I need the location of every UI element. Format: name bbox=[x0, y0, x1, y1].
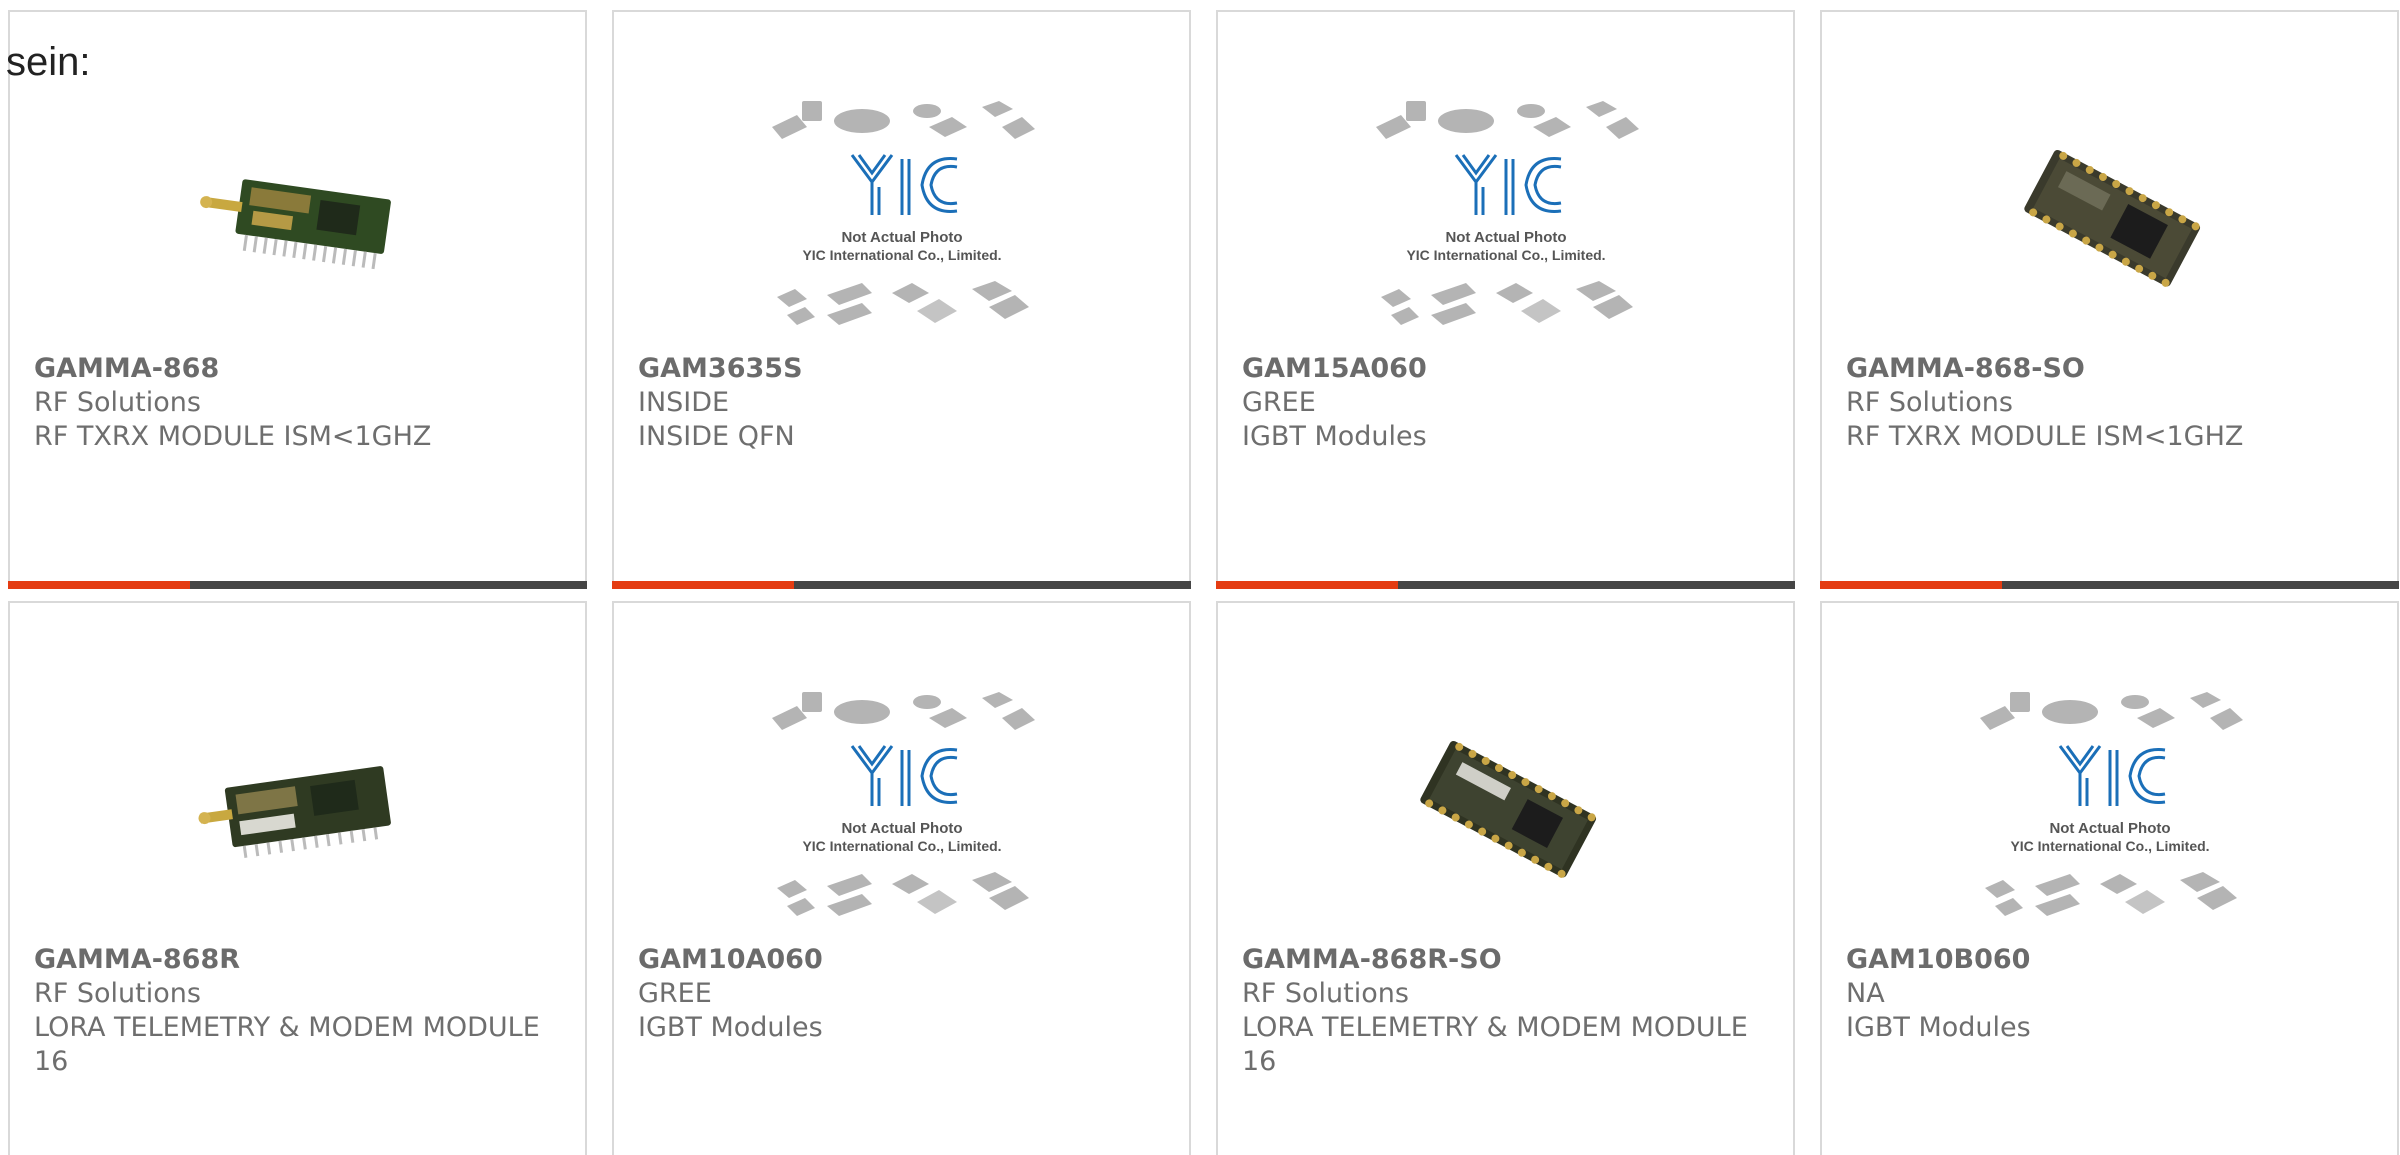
product-card[interactable]: Not Actual Photo YIC International Co., … bbox=[612, 601, 1191, 1155]
manufacturer: RF Solutions bbox=[34, 387, 201, 418]
product-info: GAMMA-868R RF Solutions LORA TELEMETRY &… bbox=[34, 943, 565, 1079]
part-number[interactable]: GAM15A060 bbox=[1242, 352, 1773, 386]
product-image[interactable]: Not Actual Photo YIC International Co., … bbox=[1218, 82, 1793, 352]
description: IGBT Modules bbox=[1846, 1012, 2031, 1043]
description: RF TXRX MODULE ISM<1GHZ bbox=[1846, 421, 2244, 452]
manufacturer: NA bbox=[1846, 978, 1885, 1009]
product-image[interactable]: Not Actual Photo YIC International Co., … bbox=[1822, 673, 2397, 943]
part-number[interactable]: GAMMA-868 bbox=[34, 352, 565, 386]
part-number[interactable]: GAM3635S bbox=[638, 352, 1169, 386]
product-card[interactable]: GAMMA-868R RF Solutions LORA TELEMETRY &… bbox=[8, 601, 587, 1155]
part-number[interactable]: GAMMA-868R-SO bbox=[1242, 943, 1773, 977]
product-image[interactable]: Not Actual Photo YIC International Co., … bbox=[614, 82, 1189, 352]
rf-module-smd-photo-icon bbox=[2023, 149, 2200, 287]
placeholder-line2: YIC International Co., Limited. bbox=[2010, 838, 2209, 854]
manufacturer: GREE bbox=[638, 978, 712, 1009]
product-grid-page: sein: GAMMA-868 RF Solutions RF TXRX MOD… bbox=[0, 0, 2400, 1155]
description: RF TXRX MODULE ISM<1GHZ bbox=[34, 421, 432, 452]
placeholder-line1: Not Actual Photo bbox=[841, 820, 962, 837]
manufacturer: RF Solutions bbox=[1846, 387, 2013, 418]
product-image[interactable] bbox=[10, 82, 585, 352]
product-card[interactable]: Not Actual Photo YIC International Co., … bbox=[1820, 601, 2399, 1155]
card-bottom-bar bbox=[8, 581, 587, 589]
description: LORA TELEMETRY & MODEM MODULE 16 bbox=[34, 1012, 540, 1077]
rf-module-antenna-photo-icon bbox=[199, 179, 391, 270]
product-info: GAMMA-868R-SO RF Solutions LORA TELEMETR… bbox=[1242, 943, 1773, 1079]
rf-module-smd-photo-icon bbox=[1419, 740, 1596, 878]
description: IGBT Modules bbox=[1242, 421, 1427, 452]
product-card[interactable]: GAMMA-868 RF Solutions RF TXRX MODULE IS… bbox=[8, 10, 587, 589]
not-actual-photo-placeholder-icon: Not Actual Photo YIC International Co., … bbox=[771, 692, 1035, 916]
placeholder-line1: Not Actual Photo bbox=[841, 229, 962, 246]
part-number[interactable]: GAMMA-868R bbox=[34, 943, 565, 977]
placeholder-line1: Not Actual Photo bbox=[1445, 229, 1566, 246]
part-number[interactable]: GAM10A060 bbox=[638, 943, 1169, 977]
manufacturer: GREE bbox=[1242, 387, 1316, 418]
card-accent bbox=[1820, 581, 2002, 589]
manufacturer: RF Solutions bbox=[1242, 978, 1409, 1009]
product-image[interactable]: Not Actual Photo YIC International Co., … bbox=[614, 673, 1189, 943]
manufacturer: RF Solutions bbox=[34, 978, 201, 1009]
description: INSIDE QFN bbox=[638, 421, 795, 452]
not-actual-photo-placeholder-icon: Not Actual Photo YIC International Co., … bbox=[1979, 692, 2243, 916]
card-bottom-bar bbox=[612, 581, 1191, 589]
product-card[interactable]: GAMMA-868-SO RF Solutions RF TXRX MODULE… bbox=[1820, 10, 2399, 589]
card-bottom-bar bbox=[1820, 581, 2399, 589]
not-actual-photo-placeholder-icon: Not Actual Photo YIC International Co., … bbox=[1375, 101, 1639, 325]
part-number[interactable]: GAM10B060 bbox=[1846, 943, 2377, 977]
product-info: GAMMA-868-SO RF Solutions RF TXRX MODULE… bbox=[1846, 352, 2377, 454]
card-accent bbox=[1216, 581, 1398, 589]
manufacturer: INSIDE bbox=[638, 387, 730, 418]
card-accent bbox=[8, 581, 190, 589]
product-info: GAMMA-868 RF Solutions RF TXRX MODULE IS… bbox=[34, 352, 565, 454]
part-number[interactable]: GAMMA-868-SO bbox=[1846, 352, 2377, 386]
product-info: GAM10A060 GREE IGBT Modules bbox=[638, 943, 1169, 1045]
product-grid: GAMMA-868 RF Solutions RF TXRX MODULE IS… bbox=[8, 10, 2399, 1155]
placeholder-line2: YIC International Co., Limited. bbox=[802, 838, 1001, 854]
card-accent bbox=[612, 581, 794, 589]
description: IGBT Modules bbox=[638, 1012, 823, 1043]
product-info: GAM15A060 GREE IGBT Modules bbox=[1242, 352, 1773, 454]
product-card[interactable]: Not Actual Photo YIC International Co., … bbox=[612, 10, 1191, 589]
product-card[interactable]: GAMMA-868R-SO RF Solutions LORA TELEMETR… bbox=[1216, 601, 1795, 1155]
product-info: GAM10B060 NA IGBT Modules bbox=[1846, 943, 2377, 1045]
rf-module-antenna-photo-icon bbox=[197, 766, 391, 858]
card-bottom-bar bbox=[1216, 581, 1795, 589]
product-info: GAM3635S INSIDE INSIDE QFN bbox=[638, 352, 1169, 454]
product-image[interactable] bbox=[1218, 673, 1793, 943]
intro-text: sein: bbox=[6, 40, 91, 84]
not-actual-photo-placeholder-icon: Not Actual Photo YIC International Co., … bbox=[771, 101, 1035, 325]
placeholder-line2: YIC International Co., Limited. bbox=[802, 247, 1001, 263]
product-image[interactable] bbox=[1822, 82, 2397, 352]
placeholder-line1: Not Actual Photo bbox=[2049, 820, 2170, 837]
product-image[interactable] bbox=[10, 673, 585, 943]
product-card[interactable]: Not Actual Photo YIC International Co., … bbox=[1216, 10, 1795, 589]
description: LORA TELEMETRY & MODEM MODULE 16 bbox=[1242, 1012, 1748, 1077]
placeholder-line2: YIC International Co., Limited. bbox=[1406, 247, 1605, 263]
